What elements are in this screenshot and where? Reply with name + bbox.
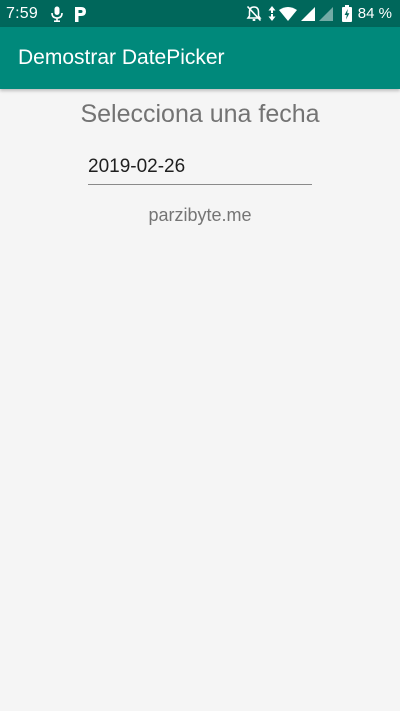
battery-charging-icon [341,5,352,22]
parking-app-icon [73,6,87,22]
status-left: 7:59 [6,0,87,27]
footer-text: parzibyte.me [148,205,252,225]
status-bar: 7:59 84 % [0,0,400,27]
battery-percent: 84 % [357,5,392,22]
data-arrows-icon [268,6,276,21]
screen: 7:59 84 % Demostrar DatePicker Seleccion… [0,0,400,711]
signal-icon [300,6,315,21]
app-bar: Demostrar DatePicker [0,27,400,89]
app-title: Demostrar DatePicker [18,46,225,69]
signal-weak-icon [318,6,333,21]
status-right: 84 % [246,0,392,27]
date-input[interactable]: 2019-02-26 [88,154,312,185]
wifi-icon [278,6,297,21]
notifications-off-icon [246,5,262,22]
page-heading: Selecciona una fecha [80,100,320,128]
microphone-icon [51,6,63,22]
date-value: 2019-02-26 [88,156,186,177]
status-time: 7:59 [6,4,38,22]
